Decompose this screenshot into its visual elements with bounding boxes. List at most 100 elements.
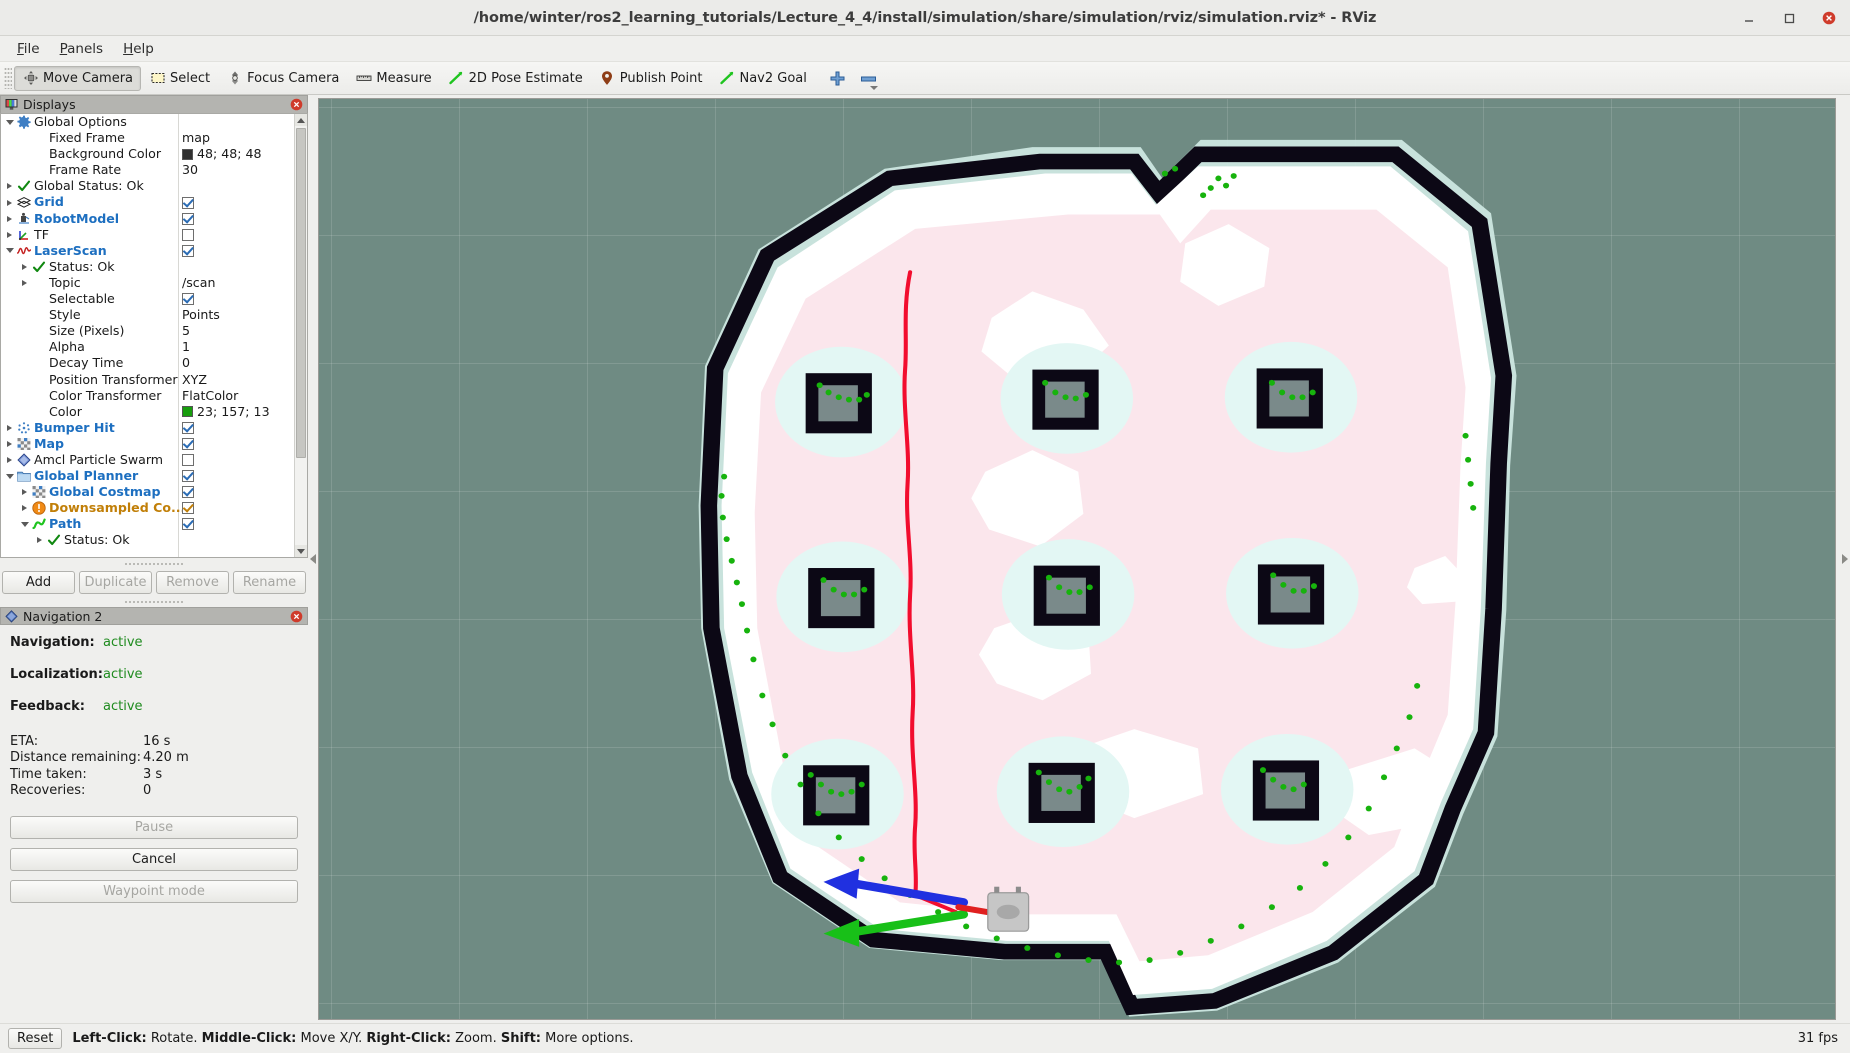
tree-expand-arrow[interactable] bbox=[3, 199, 16, 206]
display-row[interactable]: Global Costmap bbox=[1, 484, 294, 500]
display-row-value[interactable] bbox=[182, 437, 194, 450]
display-row-value[interactable] bbox=[182, 470, 194, 483]
display-row[interactable]: Background Color 48; 48; 48 bbox=[1, 146, 294, 162]
display-row[interactable]: Frame Rate 30 bbox=[1, 162, 294, 178]
tree-expand-arrow[interactable] bbox=[3, 183, 16, 190]
display-row[interactable]: RobotModel bbox=[1, 211, 294, 227]
displays-resize-handle[interactable] bbox=[124, 559, 184, 568]
display-row[interactable]: Bumper Hit bbox=[1, 420, 294, 436]
tool-move-camera[interactable]: Move Camera bbox=[14, 65, 142, 91]
tool-measure[interactable]: Measure bbox=[347, 66, 439, 91]
display-row[interactable]: Global Planner bbox=[1, 468, 294, 484]
display-row[interactable]: Size (Pixels) 5 bbox=[1, 323, 294, 339]
display-row[interactable]: Selectable bbox=[1, 291, 294, 307]
duplicate-button[interactable]: Duplicate bbox=[79, 571, 152, 594]
display-row-value[interactable]: /scan bbox=[182, 275, 215, 291]
tree-expand-arrow[interactable] bbox=[3, 424, 16, 431]
rename-button[interactable]: Rename bbox=[233, 571, 306, 594]
tree-expand-arrow[interactable] bbox=[3, 119, 16, 125]
toolbar-grip[interactable] bbox=[4, 67, 12, 89]
display-row[interactable]: Topic/scan bbox=[1, 275, 294, 291]
display-row-value[interactable] bbox=[182, 421, 194, 434]
display-enable-checkbox[interactable] bbox=[182, 470, 194, 483]
display-row-value[interactable] bbox=[182, 196, 194, 209]
display-row-value[interactable] bbox=[182, 454, 194, 467]
display-row[interactable]: Global Options bbox=[1, 114, 294, 130]
display-enable-checkbox[interactable] bbox=[182, 502, 194, 515]
display-enable-checkbox[interactable] bbox=[182, 437, 194, 450]
remove-button[interactable]: Remove bbox=[156, 571, 229, 594]
left-dock-splitter[interactable] bbox=[308, 95, 318, 1023]
tree-expand-arrow[interactable] bbox=[33, 537, 46, 544]
display-row-value[interactable] bbox=[182, 502, 194, 515]
display-row[interactable]: Position Transformer XYZ bbox=[1, 372, 294, 388]
display-row-value[interactable]: XYZ bbox=[182, 372, 207, 388]
pause-button[interactable]: Pause bbox=[10, 815, 298, 839]
display-row-value[interactable]: FlatColor bbox=[182, 388, 238, 404]
display-row-value[interactable] bbox=[182, 228, 194, 241]
tree-expand-arrow[interactable] bbox=[18, 279, 31, 286]
displays-panel-close-icon[interactable] bbox=[290, 98, 303, 111]
cancel-button[interactable]: Cancel bbox=[10, 847, 298, 871]
display-row-value[interactable]: 0 bbox=[182, 355, 190, 371]
display-row[interactable]: Decay Time 0 bbox=[1, 355, 294, 371]
tree-expand-arrow[interactable] bbox=[18, 521, 31, 527]
menu-help[interactable]: Help bbox=[114, 38, 163, 60]
add-button[interactable]: Add bbox=[2, 571, 75, 594]
displays-tree[interactable]: Global Options Fixed Frame map Background C… bbox=[1, 114, 294, 557]
menu-panels[interactable]: Panels bbox=[51, 38, 112, 60]
display-row[interactable]: Status: Ok bbox=[1, 532, 294, 548]
display-enable-checkbox[interactable] bbox=[182, 421, 194, 434]
display-row[interactable]: Downsampled Co... bbox=[1, 500, 294, 516]
scroll-up-button[interactable] bbox=[295, 114, 307, 126]
display-row-value[interactable] bbox=[182, 486, 194, 499]
add-tool-button[interactable] bbox=[821, 66, 854, 91]
color-swatch[interactable] bbox=[182, 148, 193, 160]
tree-expand-arrow[interactable] bbox=[18, 505, 31, 512]
display-row[interactable]: Grid bbox=[1, 194, 294, 210]
display-enable-checkbox[interactable] bbox=[182, 486, 194, 499]
tree-expand-arrow[interactable] bbox=[3, 440, 16, 447]
reset-button[interactable]: Reset bbox=[8, 1028, 63, 1049]
minimize-icon[interactable] bbox=[1736, 5, 1762, 31]
tool-select[interactable]: Select bbox=[141, 66, 218, 91]
scroll-down-button[interactable] bbox=[295, 545, 307, 557]
display-enable-checkbox[interactable] bbox=[182, 454, 194, 467]
nav2-resize-handle[interactable] bbox=[124, 597, 184, 606]
display-row[interactable]: Color Transformer FlatColor bbox=[1, 388, 294, 404]
tree-expand-arrow[interactable] bbox=[3, 473, 16, 479]
display-enable-checkbox[interactable] bbox=[182, 228, 194, 241]
display-row-value[interactable]: 23; 157; 13 bbox=[182, 404, 270, 420]
waypoint-mode-button[interactable]: Waypoint mode bbox=[10, 879, 298, 903]
display-row[interactable]: Status: Ok bbox=[1, 259, 294, 275]
tool-2d-pose-estimate[interactable]: 2D Pose Estimate bbox=[440, 66, 591, 91]
display-row[interactable]: Global Status: Ok bbox=[1, 178, 294, 194]
display-row[interactable]: Amcl Particle Swarm bbox=[1, 452, 294, 468]
tree-expand-arrow[interactable] bbox=[3, 457, 16, 464]
display-enable-checkbox[interactable] bbox=[182, 244, 194, 257]
maximize-icon[interactable] bbox=[1776, 5, 1802, 31]
display-enable-checkbox[interactable] bbox=[182, 212, 194, 225]
display-row[interactable]: Style Points bbox=[1, 307, 294, 323]
display-row-value[interactable]: Points bbox=[182, 307, 220, 323]
display-row[interactable]: Color 23; 157; 13 bbox=[1, 404, 294, 420]
display-enable-checkbox[interactable] bbox=[182, 196, 194, 209]
display-row-value[interactable] bbox=[182, 518, 194, 531]
display-row[interactable]: Alpha 1 bbox=[1, 339, 294, 355]
tool-nav2-goal[interactable]: Nav2 Goal bbox=[710, 66, 814, 91]
display-enable-checkbox[interactable] bbox=[182, 293, 194, 306]
display-row-value[interactable] bbox=[182, 244, 194, 257]
display-row-value[interactable]: map bbox=[182, 130, 210, 146]
display-row-value[interactable] bbox=[182, 293, 194, 306]
tree-expand-arrow[interactable] bbox=[18, 263, 31, 270]
tree-expand-arrow[interactable] bbox=[18, 489, 31, 496]
display-row-value[interactable]: 1 bbox=[182, 339, 190, 355]
display-row[interactable]: Map bbox=[1, 436, 294, 452]
menu-file[interactable]: File bbox=[8, 38, 49, 60]
color-swatch[interactable] bbox=[182, 406, 193, 418]
display-row-value[interactable]: 5 bbox=[182, 323, 190, 339]
display-row-value[interactable] bbox=[182, 212, 194, 225]
tree-expand-arrow[interactable] bbox=[3, 215, 16, 222]
display-row-value[interactable]: 30 bbox=[182, 162, 198, 178]
display-row[interactable]: Path bbox=[1, 516, 294, 532]
